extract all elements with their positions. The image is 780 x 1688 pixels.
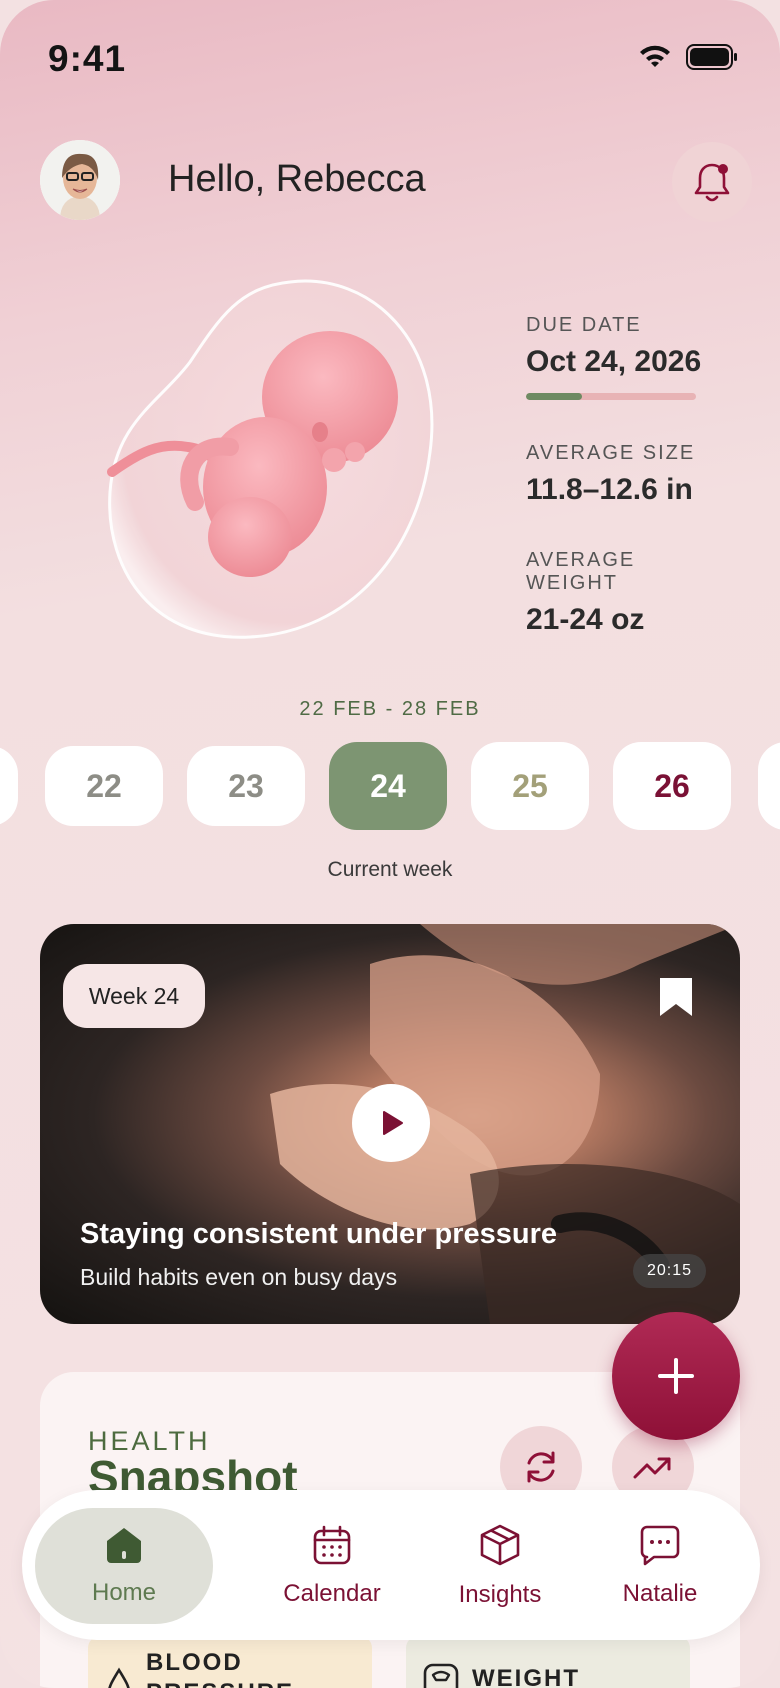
bottom-navigation: Home Calendar Insights Natalie <box>22 1490 760 1640</box>
app-screen: 9:41 Hello, Rebecca DUE DATE Oct 24, 202… <box>0 0 780 1688</box>
stat-label: AVERAGE WEIGHT <box>526 549 636 594</box>
chat-icon <box>640 1525 680 1566</box>
due-date-stat: DUE DATE Oct 24, 2026 <box>526 314 726 400</box>
stat-value: 21-24 oz <box>526 603 645 636</box>
nav-label: Home <box>91 1579 157 1606</box>
scale-icon <box>423 1663 459 1688</box>
status-icons <box>638 44 738 70</box>
week-day-selected[interactable]: 24 <box>329 742 447 830</box>
nav-label: Calendar <box>283 1580 381 1607</box>
video-duration: 20:15 <box>632 1254 706 1288</box>
add-button[interactable] <box>612 1312 740 1440</box>
bell-icon <box>694 163 730 202</box>
pregnancy-stats: DUE DATE Oct 24, 2026 AVERAGE SIZE 11.8–… <box>526 314 726 679</box>
due-date-progress <box>526 393 696 400</box>
average-size-stat: AVERAGE SIZE 11.8–12.6 in <box>526 442 726 507</box>
status-time: 9:41 <box>48 38 127 79</box>
trend-up-icon <box>633 1457 671 1479</box>
play-button[interactable] <box>352 1084 430 1162</box>
box-icon <box>480 1524 520 1566</box>
wifi-icon <box>640 45 670 67</box>
greeting-text: Hello, Rebecca <box>168 158 426 200</box>
bookmark-icon <box>660 978 692 1016</box>
current-week-caption: Current week <box>327 858 453 881</box>
video-card[interactable]: Week 24 Staying consistent under pressur… <box>40 924 740 1324</box>
calendar-icon <box>313 1525 351 1565</box>
video-subtitle: Build habits even on busy days <box>80 1264 398 1290</box>
stat-value: Oct 24, 2026 <box>526 345 702 378</box>
stat-value: 11.8–12.6 in <box>526 473 693 506</box>
nav-label: Natalie <box>622 1580 698 1607</box>
day-partial-right[interactable] <box>758 742 780 830</box>
avatar[interactable] <box>40 140 120 220</box>
notifications-button[interactable] <box>672 142 752 222</box>
home-icon <box>107 1528 141 1563</box>
nav-calendar[interactable]: Calendar <box>267 1508 397 1624</box>
week-day[interactable]: 26 <box>613 742 731 830</box>
weight-tile[interactable]: WEIGHT <box>406 1636 690 1688</box>
tile-label: BLOOD PRESSURE <box>146 1649 292 1688</box>
fetus-illustration <box>100 272 450 652</box>
nav-home[interactable]: Home <box>35 1508 213 1624</box>
plus-icon <box>658 1358 694 1394</box>
day-partial-left[interactable] <box>0 746 18 826</box>
week-day[interactable]: 22 <box>45 746 163 826</box>
battery-icon <box>686 44 737 70</box>
week-range: 22 FEB - 28 FEB <box>299 698 481 720</box>
week-day[interactable]: 23 <box>187 746 305 826</box>
bookmark-button[interactable] <box>656 974 696 1023</box>
nav-insights[interactable]: Insights <box>435 1508 565 1624</box>
week-day-scroller[interactable]: 22 23 24 25 26 <box>0 742 780 830</box>
nav-natalie[interactable]: Natalie <box>600 1508 720 1624</box>
refresh-icon <box>527 1451 555 1483</box>
week-tag: Week 24 <box>63 964 205 1028</box>
tile-label: WEIGHT <box>472 1665 580 1688</box>
progress-fill <box>526 393 583 400</box>
week-day[interactable]: 25 <box>471 742 589 830</box>
nav-label: Insights <box>458 1581 542 1608</box>
video-title: Staying consistent under pressure <box>80 1218 558 1250</box>
average-weight-stat: AVERAGE WEIGHT 21-24 oz <box>526 549 726 637</box>
drop-icon <box>108 1667 130 1688</box>
blood-pressure-tile[interactable]: BLOOD PRESSURE <box>88 1636 372 1688</box>
stat-label: DUE DATE <box>526 314 642 336</box>
play-icon <box>383 1111 403 1135</box>
stat-label: AVERAGE SIZE <box>526 442 696 464</box>
